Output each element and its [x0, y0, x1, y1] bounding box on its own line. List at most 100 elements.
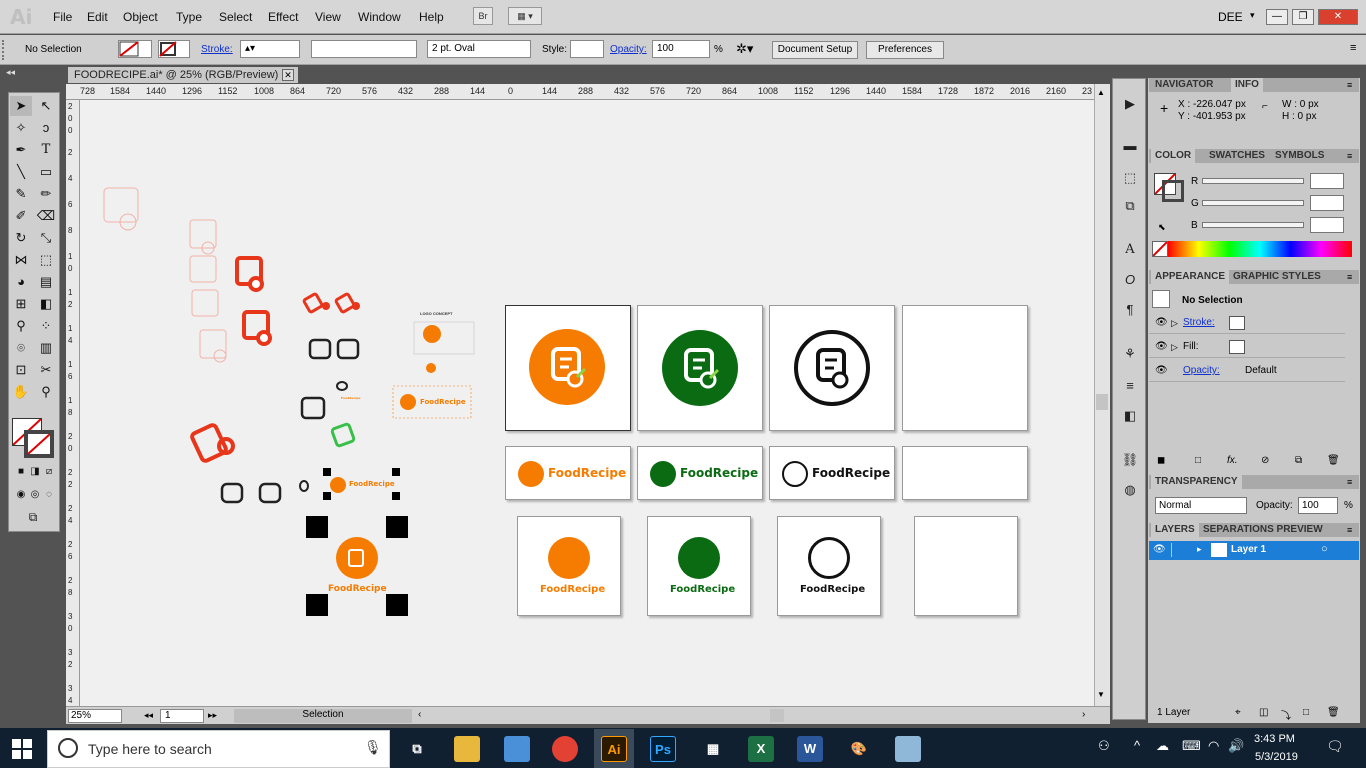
stroke-panel-icon[interactable]: ▬: [1120, 137, 1140, 155]
green-input[interactable]: [1310, 195, 1344, 211]
trash-icon[interactable]: 🗑: [1327, 707, 1340, 718]
artboard-orange-horizontal[interactable]: FoodRecipe: [505, 446, 631, 500]
color-stroke-proxy[interactable]: [1162, 180, 1184, 202]
panel-menu-icon[interactable]: ≡: [1347, 78, 1352, 92]
artboard-empty[interactable]: [902, 305, 1028, 431]
perspective-grid-tool-icon[interactable]: ▤: [35, 272, 57, 292]
artboard-green-icon[interactable]: [637, 305, 763, 431]
document-setup-button[interactable]: Document Setup: [772, 41, 858, 59]
wifi-icon[interactable]: ◠: [1208, 738, 1219, 754]
eye-icon[interactable]: 👁: [1155, 336, 1168, 358]
type-tool-icon[interactable]: T: [35, 140, 57, 160]
tab-color[interactable]: COLOR: [1151, 149, 1196, 163]
preferences-button[interactable]: Preferences: [866, 41, 944, 59]
hscroll-thumb[interactable]: [770, 709, 784, 722]
pathfinder-icon[interactable]: ⧉: [1120, 197, 1140, 215]
artboard-green-stacked[interactable]: FoodRecipe: [647, 516, 751, 616]
rotate-tool-icon[interactable]: ↻: [10, 228, 32, 248]
paragraph-panel-icon[interactable]: ¶: [1120, 301, 1140, 319]
square-icon[interactable]: ◼: [1157, 455, 1165, 466]
brushes-panel-icon[interactable]: ⚘: [1120, 345, 1140, 363]
stroke-color-control[interactable]: [158, 40, 190, 58]
red-input[interactable]: [1310, 173, 1344, 189]
canvas[interactable]: LOGO CONCEPT FoodRecipe FoodRecipe FoodR…: [80, 100, 1094, 706]
artboard-tool-icon[interactable]: ⊡: [10, 360, 32, 380]
clock-time[interactable]: 3:43 PM: [1254, 733, 1295, 745]
panel-menu-icon[interactable]: ≡: [1347, 270, 1352, 284]
trash-icon[interactable]: 🗑: [1327, 455, 1340, 466]
lock-toggle[interactable]: [1171, 543, 1181, 557]
workspace-switcher[interactable]: DEE: [1218, 10, 1243, 24]
expand-triangle-icon[interactable]: ▷: [1171, 336, 1178, 358]
image-trace-icon[interactable]: ◍: [1120, 481, 1140, 499]
align-panel-icon[interactable]: ≡: [1120, 377, 1140, 395]
arrange-documents-button[interactable]: ▦ ▾: [508, 7, 542, 25]
opacity-link[interactable]: Opacity:: [1183, 360, 1220, 382]
gradient-tool-icon[interactable]: ◧: [35, 294, 57, 314]
menu-effect[interactable]: Effect: [268, 10, 298, 24]
artboard-black-horizontal[interactable]: FoodRecipe: [769, 446, 895, 500]
menu-file[interactable]: File: [53, 10, 72, 24]
chevron-down-icon[interactable]: ▾: [1250, 10, 1255, 21]
collapse-toolbox-icon[interactable]: ◂◂: [6, 67, 15, 78]
close-document-button[interactable]: ✕: [282, 69, 294, 81]
slice-tool-icon[interactable]: ✂: [35, 360, 57, 380]
onedrive-icon[interactable]: ☁: [1156, 738, 1169, 754]
opacity-link[interactable]: Opacity:: [610, 44, 647, 55]
fx-icon[interactable]: fx.: [1227, 455, 1238, 466]
tab-separations-preview[interactable]: SEPARATIONS PREVIEW: [1199, 523, 1327, 537]
rectangle-tool-icon[interactable]: ▭: [35, 162, 57, 182]
free-transform-tool-icon[interactable]: ⬚: [35, 250, 57, 270]
shape-builder-tool-icon[interactable]: ◕: [10, 272, 32, 292]
appearance-opacity-row[interactable]: 👁 Opacity: Default: [1149, 360, 1345, 382]
menu-window[interactable]: Window: [358, 10, 401, 24]
file-explorer-icon[interactable]: [454, 736, 480, 762]
last-artboard-icon[interactable]: ▸▸: [208, 710, 217, 721]
mesh-tool-icon[interactable]: ⊞: [10, 294, 32, 314]
none-color-button[interactable]: [1152, 241, 1168, 257]
artboard-orange-stacked[interactable]: FoodRecipe: [517, 516, 621, 616]
microphone-icon[interactable]: 🎙: [364, 739, 382, 756]
store-icon[interactable]: [504, 736, 530, 762]
paintbrush-tool-icon[interactable]: ✎: [10, 184, 32, 204]
locate-object-icon[interactable]: ⌖: [1235, 707, 1241, 718]
artboard-navigator-select[interactable]: 1: [160, 709, 204, 723]
people-icon[interactable]: ⚇: [1098, 738, 1110, 754]
scroll-left-icon[interactable]: ‹: [418, 709, 421, 720]
maximize-button[interactable]: ❐: [1292, 9, 1314, 25]
show-hidden-icons[interactable]: ^: [1134, 738, 1140, 753]
first-artboard-icon[interactable]: ◂◂: [144, 710, 153, 721]
fill-swatch-none[interactable]: [1229, 340, 1245, 354]
menu-help[interactable]: Help: [419, 10, 444, 24]
stroke-weight-select[interactable]: ▴▾: [240, 40, 300, 58]
calculator-icon[interactable]: ▦: [700, 736, 726, 762]
blue-input[interactable]: [1310, 217, 1344, 233]
links-panel-icon[interactable]: ⛓: [1120, 451, 1140, 469]
illustrator-icon[interactable]: Ai: [601, 736, 627, 762]
menu-edit[interactable]: Edit: [87, 10, 108, 24]
zoom-select[interactable]: 25%: [68, 709, 122, 723]
fill-color-control[interactable]: [118, 40, 152, 58]
artboard-outline-icon[interactable]: [769, 305, 895, 431]
hand-tool-icon[interactable]: ✋: [10, 382, 32, 402]
red-slider[interactable]: [1202, 178, 1304, 184]
eraser-tool-icon[interactable]: ⌫: [35, 206, 57, 226]
opacity-input[interactable]: 100: [652, 40, 710, 58]
blue-slider[interactable]: [1202, 222, 1304, 228]
close-window-button[interactable]: ✕: [1318, 9, 1358, 25]
zoom-tool-icon[interactable]: ⚲: [35, 382, 57, 402]
scroll-down-icon[interactable]: ▼: [1097, 690, 1105, 699]
tab-info[interactable]: INFO: [1231, 78, 1263, 92]
notifications-icon[interactable]: 🗨: [1326, 738, 1344, 755]
blob-brush-tool-icon[interactable]: ✐: [10, 206, 32, 226]
transform-panel-icon[interactable]: ⬚: [1120, 169, 1140, 187]
scroll-right-icon[interactable]: ›: [1082, 709, 1085, 720]
artboard-black-stacked[interactable]: FoodRecipe: [777, 516, 881, 616]
artboard-green-horizontal[interactable]: FoodRecipe: [637, 446, 763, 500]
magic-wand-tool-icon[interactable]: ✧: [10, 118, 32, 138]
panel-menu-icon[interactable]: ≡: [1347, 149, 1352, 163]
appearance-stroke-row[interactable]: 👁 ▷ Stroke:: [1149, 312, 1345, 334]
column-graph-tool-icon[interactable]: ▥: [35, 338, 57, 358]
pen-tool-icon[interactable]: ✒: [10, 140, 32, 160]
tab-swatches[interactable]: SWATCHES: [1205, 149, 1269, 163]
